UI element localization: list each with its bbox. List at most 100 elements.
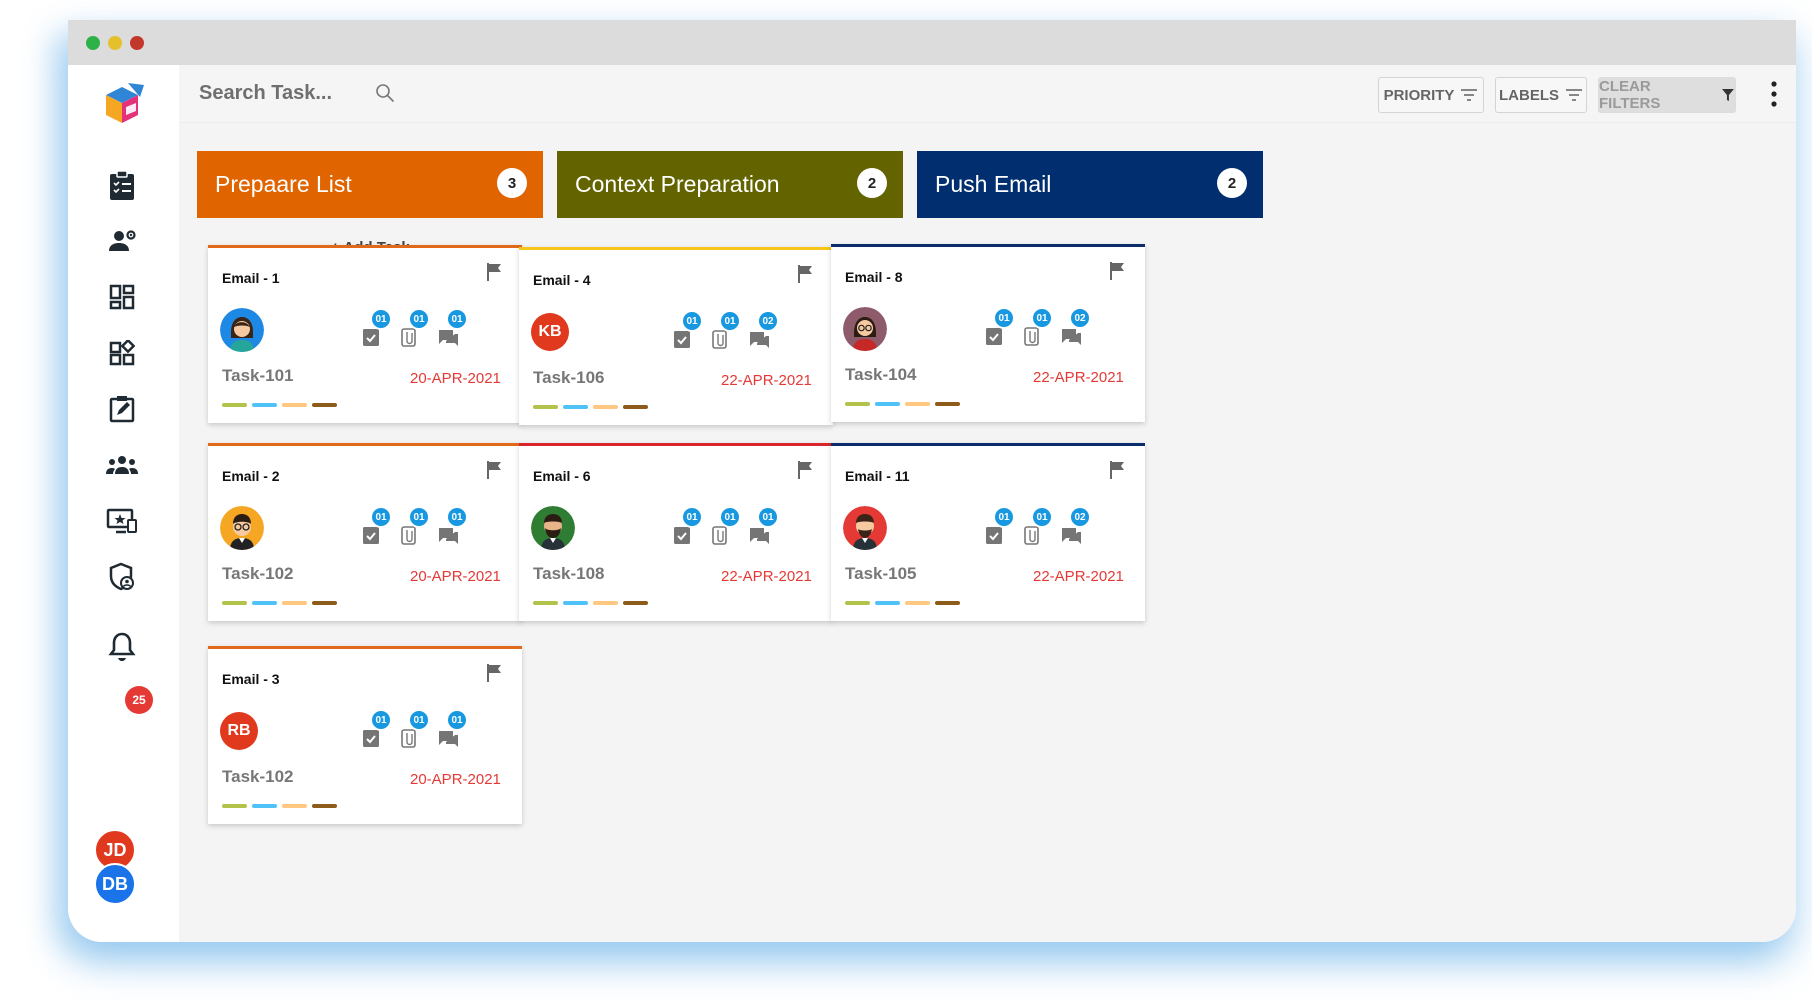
filter-lines-icon xyxy=(1461,89,1478,101)
checklist-count[interactable]: 01 xyxy=(671,310,703,354)
window-close-dot[interactable] xyxy=(86,36,100,50)
task-id: Task-102 xyxy=(222,767,294,786)
bell-icon xyxy=(108,632,136,661)
assignee-avatar[interactable] xyxy=(843,307,887,351)
card-title: Email - 2 xyxy=(222,468,280,484)
sidebar-item-widgets[interactable] xyxy=(100,331,144,375)
task-card[interactable]: Email - 11 01 01 02 Task-105 22-APR-2021 xyxy=(831,443,1145,621)
label-strip xyxy=(905,601,930,605)
assignee-avatar[interactable] xyxy=(843,506,887,550)
checklist-icon xyxy=(983,524,1005,551)
sidebar-item-tasks[interactable] xyxy=(100,163,144,207)
comments-count[interactable]: 01 xyxy=(436,709,468,753)
flag-icon[interactable] xyxy=(797,264,815,289)
notifications-button[interactable] xyxy=(100,625,144,669)
comments-count[interactable]: 02 xyxy=(1059,307,1091,351)
task-card[interactable]: Email - 8 01 01 02 Task-104 22-APR-2021 xyxy=(831,244,1145,422)
card-title: Email - 11 xyxy=(845,468,910,484)
column-header-context-preparation[interactable]: Context Preparation 2 xyxy=(557,151,903,218)
label-strip xyxy=(282,403,307,407)
attachment-count[interactable]: 01 xyxy=(709,310,741,354)
checklist-count[interactable]: 01 xyxy=(983,307,1015,351)
task-card[interactable]: Email - 1 01 01 01 Task-101 20-APR-2021 xyxy=(208,245,522,423)
sidebar-item-edit-tasks[interactable] xyxy=(100,387,144,431)
attachment-icon xyxy=(709,524,731,551)
window-maximize-dot[interactable] xyxy=(130,36,144,50)
task-id: Task-106 xyxy=(533,368,605,387)
comments-count[interactable]: 02 xyxy=(1059,506,1091,550)
dashboard-icon xyxy=(109,284,135,310)
assignee-avatar[interactable] xyxy=(531,506,575,550)
assignee-avatar[interactable]: RB xyxy=(220,712,258,750)
flag-icon[interactable] xyxy=(1109,460,1127,485)
label-strip xyxy=(623,405,648,409)
assignee-avatar[interactable] xyxy=(220,308,264,352)
due-date: 22-APR-2021 xyxy=(721,372,812,389)
attachment-count[interactable]: 01 xyxy=(709,506,741,551)
search-icon[interactable] xyxy=(375,83,395,103)
sidebar-item-security[interactable] xyxy=(100,555,144,599)
column-header-push-email[interactable]: Push Email 2 xyxy=(917,151,1263,218)
group-icon xyxy=(106,456,138,474)
label-strip xyxy=(312,804,337,808)
task-id: Task-104 xyxy=(845,365,917,384)
comments-icon xyxy=(436,326,460,353)
comments-count[interactable]: 01 xyxy=(747,506,779,550)
card-title: Email - 6 xyxy=(533,468,591,484)
attachment-count[interactable]: 01 xyxy=(398,506,430,551)
checklist-count[interactable]: 01 xyxy=(360,709,392,753)
flag-icon[interactable] xyxy=(797,460,815,485)
column-header-prepaare-list[interactable]: Prepaare List 3 xyxy=(197,151,543,218)
task-card[interactable]: Email - 4 KB 01 01 02 Task-106 22-APR-2021 xyxy=(519,247,833,425)
count-badge: 01 xyxy=(719,506,741,528)
comments-count[interactable]: 01 xyxy=(436,506,468,550)
sidebar-item-monitor[interactable] xyxy=(100,499,144,543)
checklist-count[interactable]: 01 xyxy=(983,506,1015,551)
priority-filter-button[interactable]: PRIORITY xyxy=(1378,77,1484,113)
flag-icon[interactable] xyxy=(486,663,504,688)
attachment-icon xyxy=(398,524,420,551)
notification-count-badge: 25 xyxy=(125,686,153,714)
label-strip xyxy=(905,402,930,406)
flag-icon[interactable] xyxy=(486,262,504,287)
label-strips xyxy=(845,601,960,605)
attachment-icon xyxy=(1021,325,1043,352)
window-minimize-dot[interactable] xyxy=(108,36,122,50)
sidebar-item-dashboard[interactable] xyxy=(100,275,144,319)
checklist-count[interactable]: 01 xyxy=(671,506,703,550)
clear-filters-button[interactable]: CLEAR FILTERS xyxy=(1598,77,1736,113)
user-avatar-db[interactable]: DB xyxy=(94,863,136,905)
more-options-icon[interactable] xyxy=(1769,79,1779,109)
search-input[interactable] xyxy=(199,75,379,111)
comments-count[interactable]: 02 xyxy=(747,310,779,355)
label-strip xyxy=(222,601,247,605)
comments-count[interactable]: 01 xyxy=(436,308,468,353)
count-badge: 01 xyxy=(446,308,468,330)
comments-icon xyxy=(747,328,771,355)
label-strip xyxy=(593,405,618,409)
label-strips xyxy=(533,601,648,605)
card-title: Email - 8 xyxy=(845,269,903,285)
attachment-count[interactable]: 01 xyxy=(1021,307,1053,352)
sidebar-item-team-settings[interactable] xyxy=(100,219,144,263)
task-card[interactable]: Email - 2 01 01 01 Task-102 20-APR-2021 xyxy=(208,443,522,621)
assignee-avatar[interactable] xyxy=(220,506,264,550)
sidebar-item-groups[interactable] xyxy=(100,443,144,487)
flag-icon[interactable] xyxy=(1109,261,1127,286)
attachment-icon xyxy=(398,727,420,754)
labels-filter-button[interactable]: LABELS xyxy=(1495,77,1587,113)
label-strip xyxy=(935,402,960,406)
task-card[interactable]: Email - 3 RB 01 01 01 Task-102 20-APR-2021 xyxy=(208,646,522,824)
attachment-count[interactable]: 01 xyxy=(1021,506,1053,550)
checklist-count[interactable]: 01 xyxy=(360,308,392,352)
label-strip xyxy=(222,403,247,407)
task-card[interactable]: Email - 6 01 01 01 Task-108 22-APR-2021 xyxy=(519,443,833,621)
attachment-count[interactable]: 01 xyxy=(398,709,430,754)
checklist-count[interactable]: 01 xyxy=(360,506,392,550)
attachment-count[interactable]: 01 xyxy=(398,308,430,352)
due-date: 22-APR-2021 xyxy=(1033,568,1124,585)
count-badge: 01 xyxy=(993,506,1015,528)
flag-icon[interactable] xyxy=(486,460,504,485)
app-logo[interactable] xyxy=(98,81,146,138)
assignee-avatar[interactable]: KB xyxy=(531,313,569,351)
